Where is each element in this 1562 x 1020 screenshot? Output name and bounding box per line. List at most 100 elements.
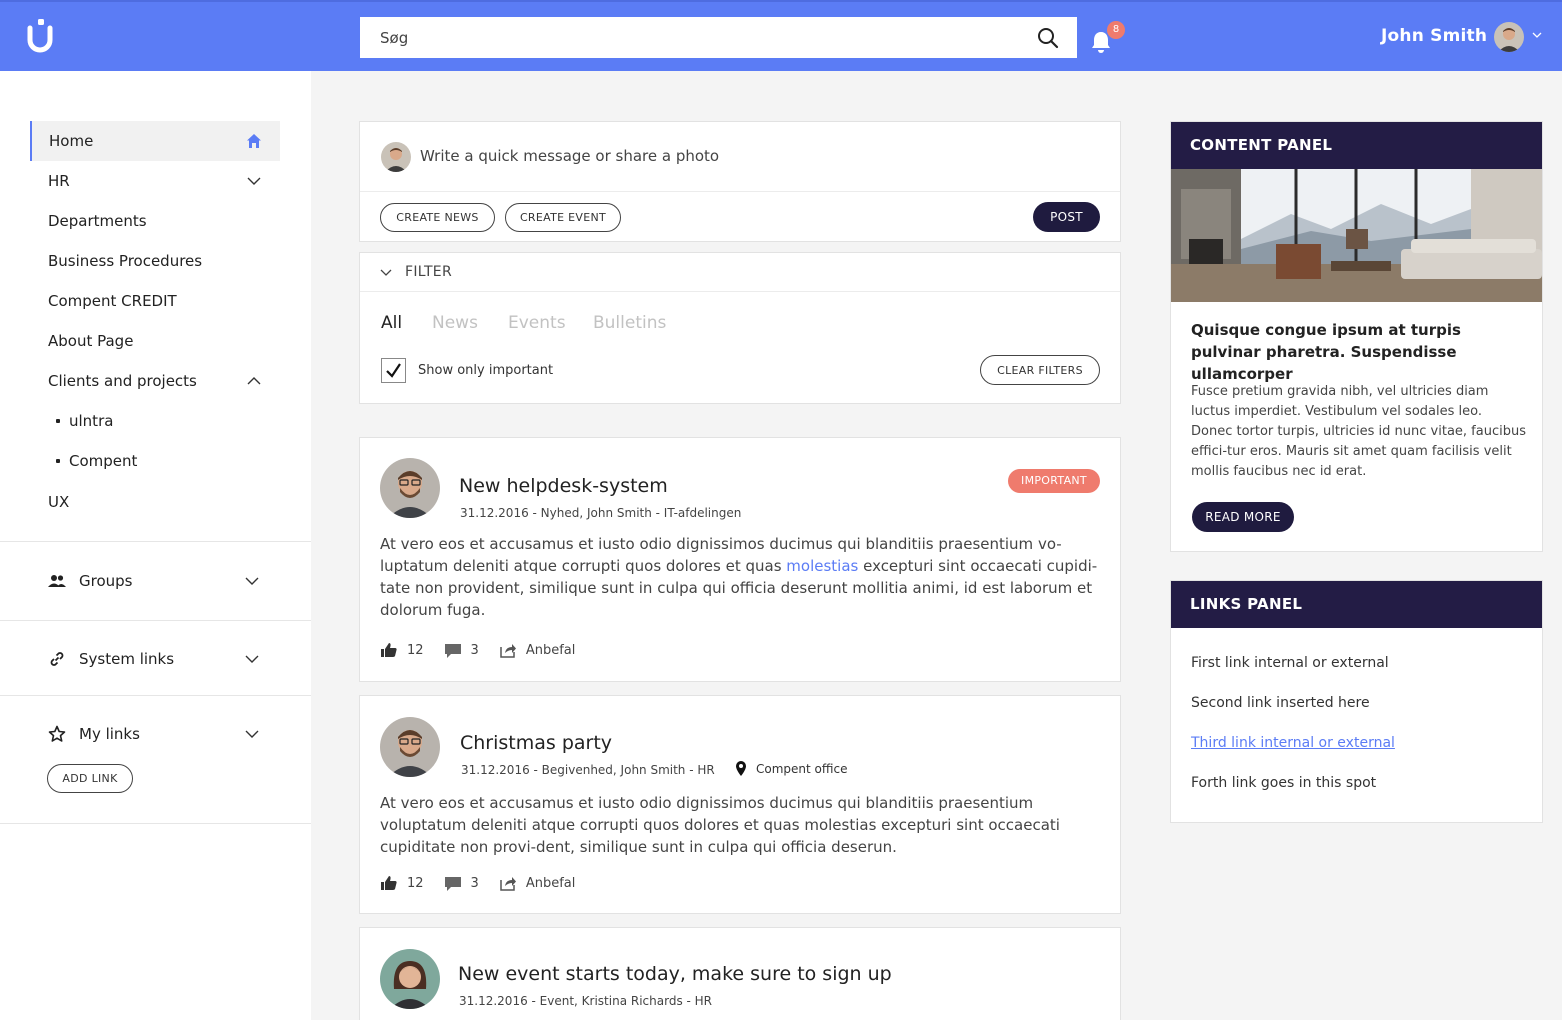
sidebar-item-compent-credit[interactable]: Compent CREDIT xyxy=(30,281,280,321)
post-title[interactable]: New event starts today, make sure to sig… xyxy=(458,963,892,985)
star-icon xyxy=(48,725,66,742)
recommend-link[interactable]: Anbefal xyxy=(526,876,576,891)
panel-link[interactable]: Forth link goes in this spot xyxy=(1191,775,1376,791)
sidebar-item-business-procedures[interactable]: Business Procedures xyxy=(30,241,280,281)
tab-all[interactable]: All xyxy=(381,313,402,333)
post-body-link[interactable]: molestias xyxy=(786,557,863,575)
filter-toggle[interactable]: FILTER xyxy=(380,264,452,280)
location-pin-icon xyxy=(736,761,746,776)
post-composer: Write a quick message or share a photo C… xyxy=(359,121,1121,242)
recommend-link[interactable]: Anbefal xyxy=(526,643,576,658)
event-post: New event starts today, make sure to sig… xyxy=(359,927,1121,1020)
read-more-button[interactable]: READ MORE xyxy=(1192,502,1294,532)
create-event-button[interactable]: CREATE EVENT xyxy=(505,203,621,232)
chevron-down-icon[interactable] xyxy=(246,173,262,189)
tab-news[interactable]: News xyxy=(432,313,478,333)
panel-link[interactable]: First link internal or external xyxy=(1191,655,1389,671)
divider xyxy=(0,823,311,824)
search-input[interactable] xyxy=(360,17,1000,58)
sidebar-item-label: HR xyxy=(48,172,70,190)
sidebar-item-about-page[interactable]: About Page xyxy=(30,321,280,361)
like-count: 12 xyxy=(407,875,424,891)
message-input[interactable]: Write a quick message or share a photo xyxy=(420,147,719,165)
post-actions: 12 3 Anbefal xyxy=(380,641,575,659)
home-icon xyxy=(247,134,261,148)
panel-link[interactable]: Third link internal or external xyxy=(1191,735,1395,751)
chevron-down-icon[interactable] xyxy=(1532,30,1542,40)
sidebar-item-label: About Page xyxy=(48,332,134,350)
sidebar-item-label: Compent CREDIT xyxy=(48,292,177,310)
divider xyxy=(0,695,311,696)
user-avatar[interactable] xyxy=(1494,22,1524,52)
search-icon[interactable] xyxy=(1037,27,1059,49)
avatar xyxy=(380,949,440,1009)
chevron-down-icon[interactable] xyxy=(244,651,260,667)
thumbs-up-icon[interactable] xyxy=(380,874,398,892)
logo-icon[interactable] xyxy=(26,16,54,54)
share-icon[interactable] xyxy=(499,874,517,892)
chevron-down-icon[interactable] xyxy=(244,726,260,742)
avatar xyxy=(380,458,440,518)
top-bar: 8 John Smith xyxy=(0,0,1562,71)
post-body: At vero eos et accusamus et iusto odio d… xyxy=(380,533,1110,621)
post-meta: 31.12.2016 - Begivenhed, John Smith - HR xyxy=(461,763,715,777)
clear-filters-button[interactable]: CLEAR FILTERS xyxy=(980,355,1100,385)
sidebar-section-label: Groups xyxy=(79,572,133,590)
sidebar-item-home[interactable]: Home xyxy=(30,121,280,161)
comment-count: 3 xyxy=(470,642,479,658)
links-panel: LINKS PANEL First link internal or exter… xyxy=(1170,580,1543,823)
important-checkbox[interactable] xyxy=(381,358,406,383)
chevron-down-icon xyxy=(380,269,392,276)
user-name[interactable]: John Smith xyxy=(1381,26,1487,46)
sidebar-section-groups[interactable]: Groups xyxy=(48,566,268,596)
comment-icon[interactable] xyxy=(444,641,462,659)
sidebar-subitem-label: Compent xyxy=(69,452,138,470)
content-panel: CONTENT PANEL Quisque congue ipsum at tu… xyxy=(1170,121,1543,552)
divider xyxy=(0,541,311,542)
divider xyxy=(360,191,1120,192)
post-button[interactable]: POST xyxy=(1033,202,1100,232)
sidebar-section-system-links[interactable]: System links xyxy=(48,644,268,674)
sidebar-item-hr[interactable]: HR xyxy=(30,161,280,201)
sidebar-item-departments[interactable]: Departments xyxy=(30,201,280,241)
content-text: Fusce pretium gravida nibh, vel ultricie… xyxy=(1191,384,1526,479)
sidebar-item-ux[interactable]: UX xyxy=(30,482,280,522)
post-title[interactable]: Christmas party xyxy=(460,732,612,754)
sidebar-item-label: Business Procedures xyxy=(48,252,203,270)
filter-title: FILTER xyxy=(405,264,452,280)
event-location: Compent office xyxy=(734,761,847,777)
sidebar-section-my-links[interactable]: My links xyxy=(48,719,268,749)
sidebar-item-clients-and-projects[interactable]: Clients and projects xyxy=(30,361,280,401)
sidebar-subitem-ulntra[interactable]: ulntra xyxy=(56,401,113,441)
thumbs-up-icon[interactable] xyxy=(380,641,398,659)
panel-title: CONTENT PANEL xyxy=(1171,122,1542,169)
divider xyxy=(0,620,311,621)
tab-events[interactable]: Events xyxy=(508,313,566,333)
group-icon xyxy=(48,575,66,587)
sidebar-item-label: Clients and projects xyxy=(48,372,197,390)
sidebar-item-label: Departments xyxy=(48,212,147,230)
sidebar-subitem-compent[interactable]: Compent xyxy=(56,441,137,481)
post-body: At vero eos et accusamus et iusto odio d… xyxy=(380,794,1060,856)
chevron-down-icon[interactable] xyxy=(244,573,260,589)
comment-icon[interactable] xyxy=(444,874,462,892)
post-title[interactable]: New helpdesk-system xyxy=(459,475,668,497)
add-link-button[interactable]: ADD LINK xyxy=(47,764,133,793)
comment-count: 3 xyxy=(470,875,479,891)
chevron-up-icon[interactable] xyxy=(246,373,262,389)
share-icon[interactable] xyxy=(499,641,517,659)
sidebar-subitem-label: ulntra xyxy=(69,412,114,430)
notification-badge: 8 xyxy=(1107,21,1125,39)
create-news-button[interactable]: CREATE NEWS xyxy=(380,203,495,232)
panel-link[interactable]: Second link inserted here xyxy=(1191,695,1370,711)
bullet-icon xyxy=(56,419,60,423)
content-headline[interactable]: Quisque congue ipsum at turpis pulvinar … xyxy=(1191,319,1531,385)
event-post: Christmas party 31.12.2016 - Begivenhed,… xyxy=(359,695,1121,914)
news-post: New helpdesk-system 31.12.2016 - Nyhed, … xyxy=(359,437,1121,682)
tab-bulletins[interactable]: Bulletins xyxy=(593,313,666,333)
sidebar-item-label: Home xyxy=(49,132,94,150)
panel-title: LINKS PANEL xyxy=(1171,581,1542,628)
avatar xyxy=(380,717,440,777)
important-badge: IMPORTANT xyxy=(1008,469,1100,493)
like-count: 12 xyxy=(407,642,424,658)
